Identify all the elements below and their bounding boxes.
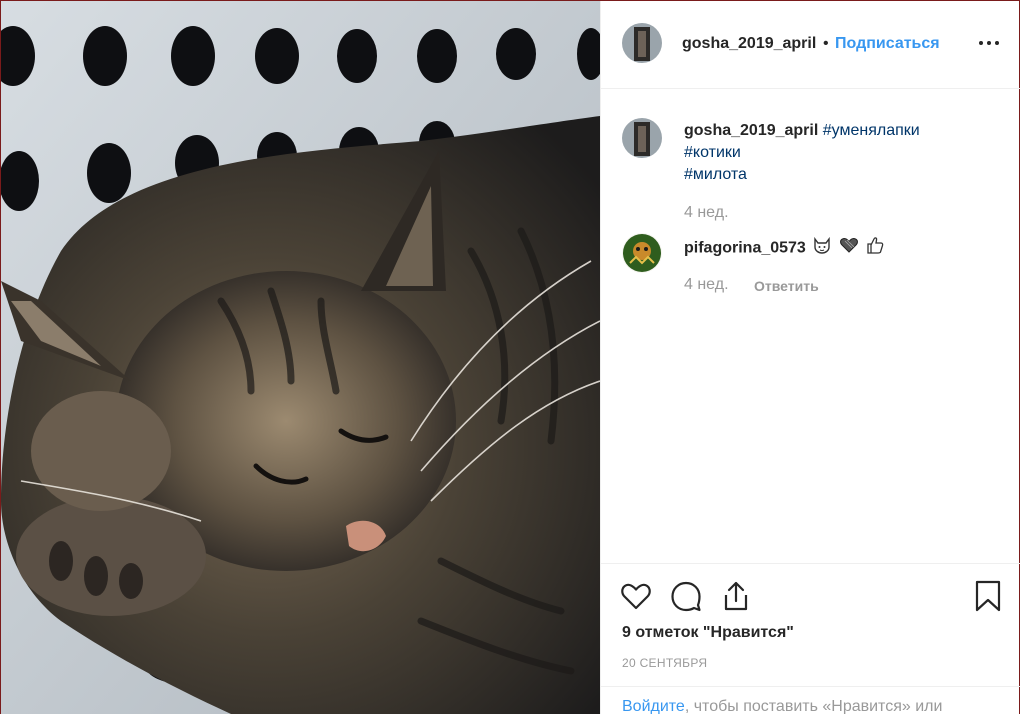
post-date[interactable]: 20 СЕНТЯБРЯ <box>622 656 707 670</box>
share-icon[interactable] <box>719 579 753 613</box>
author-username[interactable]: gosha_2019_april <box>682 35 816 53</box>
bookmark-icon[interactable] <box>971 579 1005 613</box>
login-prompt-text: , чтобы поставить «Нравится» или <box>684 698 943 714</box>
post-caption: gosha_2019_april #уменялапки #котики #ми… <box>684 120 994 186</box>
likes-count[interactable]: 9 отметок "Нравится" <box>622 624 794 642</box>
author-avatar[interactable] <box>622 23 662 63</box>
post-panel: gosha_2019_april • Подписаться gosha_201… <box>600 1 1020 714</box>
comments-list: gosha_2019_april #уменялапки #котики #ми… <box>601 90 1020 562</box>
post-header: gosha_2019_april • Подписаться <box>601 1 1020 89</box>
caption-author-avatar[interactable] <box>622 118 662 158</box>
hashtag-link[interactable]: #милота <box>684 164 994 186</box>
like-heart-icon[interactable] <box>619 579 653 613</box>
comment-timestamp[interactable]: 4 нед. <box>684 276 729 294</box>
thumbs-up-icon <box>865 235 885 262</box>
post-actions: 9 отметок "Нравится" 20 СЕНТЯБРЯ Войдите… <box>601 563 1020 714</box>
login-prompt: Войдите, чтобы поставить «Нравится» или <box>601 686 1020 714</box>
comment-item: pifagorina_0573 <box>684 235 885 262</box>
follow-button[interactable]: Подписаться <box>835 35 940 53</box>
post-photo[interactable] <box>1 1 600 714</box>
heart-icon <box>839 235 859 262</box>
hashtag-link[interactable]: #котики <box>684 142 994 164</box>
reply-button[interactable]: Ответить <box>754 278 819 294</box>
caption-author[interactable]: gosha_2019_april <box>684 122 818 139</box>
comment-author[interactable]: pifagorina_0573 <box>684 240 806 257</box>
hashtag-link[interactable]: #уменялапки <box>823 122 920 139</box>
cat-face-icon <box>812 235 832 262</box>
sleeping-cat-image <box>1 1 600 714</box>
more-options-icon[interactable] <box>977 33 1001 53</box>
caption-timestamp[interactable]: 4 нед. <box>684 204 729 222</box>
separator-dot: • <box>823 35 829 52</box>
login-link[interactable]: Войдите <box>622 698 685 714</box>
commenter-avatar[interactable] <box>622 233 662 273</box>
comment-bubble-icon[interactable] <box>669 579 703 613</box>
